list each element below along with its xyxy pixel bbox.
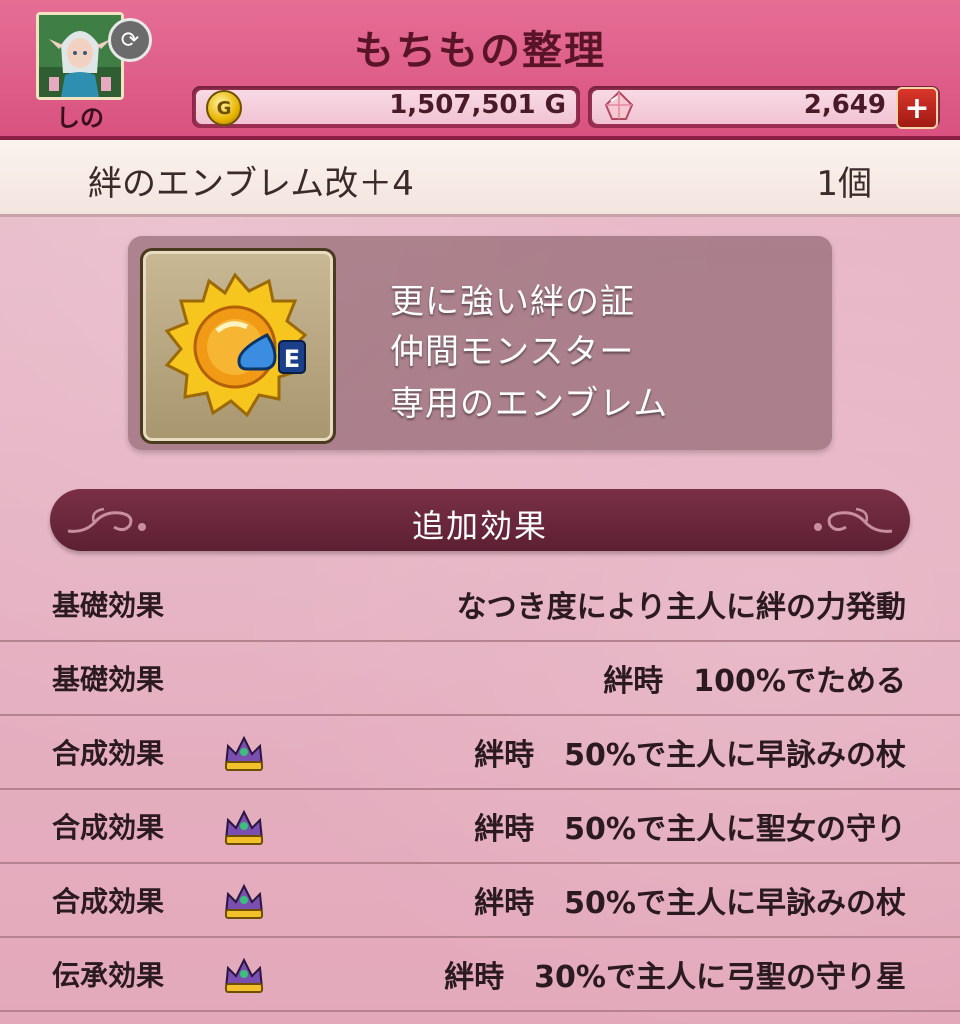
effect-type: 伝承効果 — [52, 959, 165, 992]
effect-row: 基礎効果 なつき度により主人に絆の力発動 — [0, 566, 960, 642]
add-gems-button[interactable]: + — [896, 87, 938, 129]
gold-display: G 1,507,501 G — [192, 86, 580, 128]
emblem-icon: E — [164, 272, 308, 418]
item-description-panel: E 更に強い絆の証 仲間モンスター 専用のエンブレム — [128, 236, 832, 450]
section-title: 追加効果 — [411, 507, 548, 545]
item-name: 絆のエンブレム改＋4 — [88, 164, 414, 204]
item-count: 1個 — [816, 164, 872, 204]
avatar-portrait-icon — [39, 15, 121, 97]
gem-icon — [604, 90, 634, 120]
gold-coin-icon: G — [206, 90, 242, 126]
item-header-row: 絆のエンブレム改＋4 1個 — [0, 140, 960, 217]
effect-type: 合成効果 — [52, 885, 165, 918]
crown-icon — [224, 735, 264, 771]
crown-icon — [224, 957, 264, 993]
effect-text: 絆時 50%で主人に早詠みの杖 — [474, 886, 906, 921]
effect-text: 絆時 50%で主人に聖女の守り — [474, 812, 906, 847]
effect-type: 基礎効果 — [52, 663, 165, 696]
effect-text: 絆時 50%で主人に早詠みの杖 — [474, 738, 906, 773]
effect-row: 合成効果 絆時 50%で主人に早詠みの杖 — [0, 862, 960, 938]
emblem-badge-letter: E — [284, 345, 300, 373]
additional-effects-header: 追加効果 — [50, 489, 910, 551]
effect-text: 絆時 30%で主人に弓聖の守り星 — [444, 960, 906, 995]
effect-row: 基礎効果 絆時 100%でためる — [0, 640, 960, 716]
item-icon-frame: E — [140, 248, 336, 444]
description-line-2: 仲間モンスター — [390, 332, 635, 372]
description-line-3: 専用のエンブレム — [390, 384, 669, 424]
refresh-icon[interactable]: ⟳ — [108, 18, 152, 62]
effect-type: 合成効果 — [52, 811, 165, 844]
effect-row: 伝承効果 絆時 30%で主人に弓聖の守り星 — [0, 936, 960, 1012]
header-bar: もちもの整理 ⟳ しの G 1,507,501 G 2,649 + — [0, 0, 960, 140]
ornament-icon — [814, 507, 893, 533]
effect-type: 合成効果 — [52, 737, 165, 770]
player-avatar[interactable] — [36, 12, 124, 100]
description-line-1: 更に強い絆の証 — [390, 282, 635, 322]
page-title: もちもの整理 — [354, 28, 606, 74]
effect-row: 合成効果 絆時 50%で主人に聖女の守り — [0, 788, 960, 864]
gold-amount: 1,507,501 G — [389, 90, 566, 120]
crown-icon — [224, 883, 264, 919]
gem-display: 2,649 + — [588, 86, 940, 129]
effect-text: なつき度により主人に絆の力発動 — [456, 590, 906, 625]
effect-text: 絆時 100%でためる — [603, 664, 906, 699]
player-name: しの — [56, 104, 104, 132]
crown-icon — [224, 809, 264, 845]
gem-amount: 2,649 — [803, 90, 886, 120]
effect-row: 合成効果 絆時 50%で主人に早詠みの杖 — [0, 714, 960, 790]
effect-type: 基礎効果 — [52, 589, 165, 622]
